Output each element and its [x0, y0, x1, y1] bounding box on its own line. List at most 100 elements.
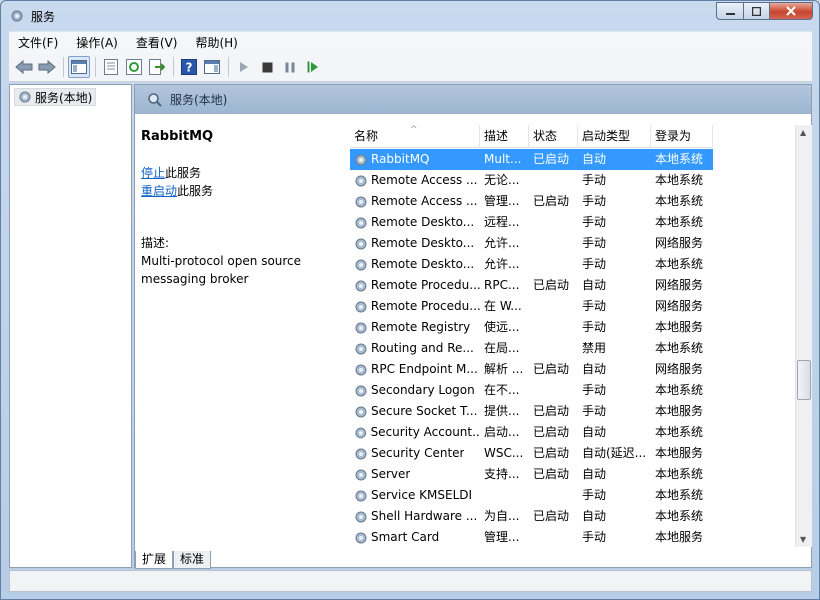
show-hide-console-tree-button[interactable]: [68, 56, 90, 78]
column-header-log-on-as[interactable]: 登录为: [651, 125, 713, 148]
action-pane-button[interactable]: [201, 56, 223, 78]
gear-icon: [355, 490, 367, 501]
scroll-up-icon[interactable]: ▲: [800, 128, 806, 137]
refresh-button[interactable]: [123, 56, 145, 78]
table-row[interactable]: Remote Access ... 无论... 手动 本地系统: [350, 170, 713, 191]
tree-item-services-local[interactable]: 服务(本地): [14, 88, 97, 106]
scroll-down-icon[interactable]: ▼: [800, 535, 806, 544]
restart-service-link[interactable]: 重启动: [141, 184, 177, 198]
toolbar-separator: [173, 57, 174, 77]
service-status-cell: 已启动: [533, 404, 570, 418]
menu-action[interactable]: 操作(A): [67, 32, 127, 54]
table-row[interactable]: RPC Endpoint M... 解析 ... 已启动 自动 网络服务: [350, 359, 713, 380]
table-row[interactable]: Remote Access ... 管理... 已启动 手动 本地系统: [350, 191, 713, 212]
description-line: Multi-protocol open source: [141, 254, 302, 268]
gear-icon: [355, 406, 367, 417]
stop-service-link[interactable]: 停止: [141, 166, 165, 180]
start-service-button[interactable]: [233, 56, 255, 78]
column-header-startup-type[interactable]: 启动类型: [578, 125, 651, 148]
table-row[interactable]: Security Center WSC... 已启动 自动(延迟... 本地服务: [350, 443, 713, 464]
column-header-description[interactable]: 描述: [480, 125, 529, 148]
service-name: Server: [371, 467, 411, 481]
service-name-cell: Remote Procedu...: [350, 275, 480, 296]
gear-icon: [355, 196, 367, 207]
column-header-status[interactable]: 状态: [529, 125, 578, 148]
table-row[interactable]: Remote Deskto... 允许... 手动 网络服务: [350, 233, 713, 254]
service-startup-type-cell: 手动: [582, 530, 607, 544]
table-row[interactable]: RabbitMQ Mult... 已启动 自动 本地系统: [350, 149, 713, 170]
service-status-cell: [529, 212, 578, 233]
export-icon: [149, 59, 165, 75]
service-name: Remote Procedu...: [370, 278, 480, 292]
service-name-cell: Smart Card: [350, 527, 480, 548]
export-list-button[interactable]: [146, 56, 168, 78]
service-log-on-as-cell: 本地系统: [655, 488, 704, 502]
service-description-cell: WSC...: [484, 446, 524, 460]
table-row[interactable]: Remote Deskto... 允许... 手动 本地系统: [350, 254, 713, 275]
table-row[interactable]: Secondary Logon 在不... 手动 本地系统: [350, 380, 713, 401]
vertical-scrollbar[interactable]: ▲ ▼: [795, 125, 812, 547]
help-button[interactable]: ?: [178, 56, 200, 78]
view-tabs: 扩展 标准: [135, 551, 212, 569]
menu-help[interactable]: 帮助(H): [186, 32, 246, 54]
service-status-cell: [529, 254, 578, 275]
services-window: 服务 文件(F) 操作(A) 查看(V) 帮助(H) ? 服务(本地) 服务(本…: [0, 0, 820, 600]
maximize-icon: [752, 6, 761, 16]
minimize-button[interactable]: [716, 2, 743, 20]
selected-service-name: RabbitMQ: [141, 129, 214, 144]
table-body: RabbitMQ Mult... 已启动 自动 本地系统 Remote Access ..…: [350, 149, 713, 548]
service-status-cell: 已启动: [529, 149, 578, 170]
service-log-on-as-cell: 本地系统: [655, 467, 704, 481]
sort-ascending-icon: ^: [410, 125, 418, 135]
service-description: 描述: Multi-protocol open source messaging…: [141, 234, 341, 288]
table-row[interactable]: Remote Procedu... 在 W... 手动 网络服务: [350, 296, 713, 317]
service-name-cell: Security Account...: [350, 422, 480, 443]
table-row[interactable]: Remote Procedu... RPC... 已启动 自动 网络服务: [350, 275, 713, 296]
service-name: Secure Socket T...: [371, 404, 478, 418]
service-log-on-as-cell: 本地系统: [655, 194, 704, 208]
menu-view[interactable]: 查看(V): [127, 32, 187, 54]
menu-bar: 文件(F) 操作(A) 查看(V) 帮助(H): [9, 31, 812, 53]
service-status-cell: [529, 485, 578, 506]
service-startup-type-cell: 手动: [582, 383, 607, 397]
service-log-on-as-cell: 本地服务: [655, 320, 704, 334]
service-name: Remote Procedu...: [370, 299, 480, 313]
service-description-cell: RPC...: [484, 278, 520, 292]
table-row[interactable]: Security Account... 启动... 已启动 自动 本地系统: [350, 422, 713, 443]
table-row[interactable]: Server 支持... 已启动 自动 本地系统: [350, 464, 713, 485]
table-row[interactable]: Service KMSELDI 手动 本地系统: [350, 485, 713, 506]
tab-standard[interactable]: 标准: [173, 551, 212, 569]
arrow-right-icon: [38, 60, 56, 74]
service-status-cell: [529, 170, 578, 191]
detail-actions: 停止此服务 重启动此服务: [141, 164, 341, 200]
service-startup-type-cell: 手动: [582, 173, 607, 187]
table-row[interactable]: Secure Socket T... 提供... 已启动 手动 本地服务: [350, 401, 713, 422]
menu-file[interactable]: 文件(F): [9, 32, 67, 54]
refresh-icon: [126, 59, 142, 75]
scrollbar-thumb[interactable]: [797, 360, 811, 400]
restart-service-button[interactable]: [302, 56, 324, 78]
service-name-cell: Remote Deskto...: [350, 254, 480, 275]
service-status-cell: 已启动: [533, 278, 570, 292]
table-row[interactable]: Smart Card 管理... 手动 本地服务: [350, 527, 713, 548]
service-status-cell: 已启动: [533, 509, 570, 523]
service-startup-type-cell: 手动: [582, 236, 607, 250]
back-button[interactable]: [13, 56, 35, 78]
table-row[interactable]: Remote Registry 使远... 手动 本地服务: [350, 317, 713, 338]
forward-button[interactable]: [36, 56, 58, 78]
table-row[interactable]: Routing and Re... 在局... 禁用 本地系统: [350, 338, 713, 359]
table-row[interactable]: Shell Hardware ... 为自... 已启动 自动 本地系统: [350, 506, 713, 527]
stop-service-button[interactable]: [256, 56, 278, 78]
service-startup-type-cell: 自动: [582, 425, 607, 439]
properties-button[interactable]: [100, 56, 122, 78]
service-description-cell: 在 W...: [484, 299, 522, 313]
maximize-button[interactable]: [743, 2, 769, 20]
table-row[interactable]: Remote Deskto... 远程... 手动 本地系统: [350, 212, 713, 233]
service-description-cell: 远程...: [484, 215, 520, 229]
service-name: Routing and Re...: [371, 341, 474, 355]
arrow-left-icon: [15, 60, 33, 74]
column-header-name[interactable]: ^ 名称: [350, 125, 480, 148]
pause-service-button[interactable]: [279, 56, 301, 78]
close-button[interactable]: [769, 2, 813, 20]
tab-extended[interactable]: 扩展: [135, 551, 174, 569]
